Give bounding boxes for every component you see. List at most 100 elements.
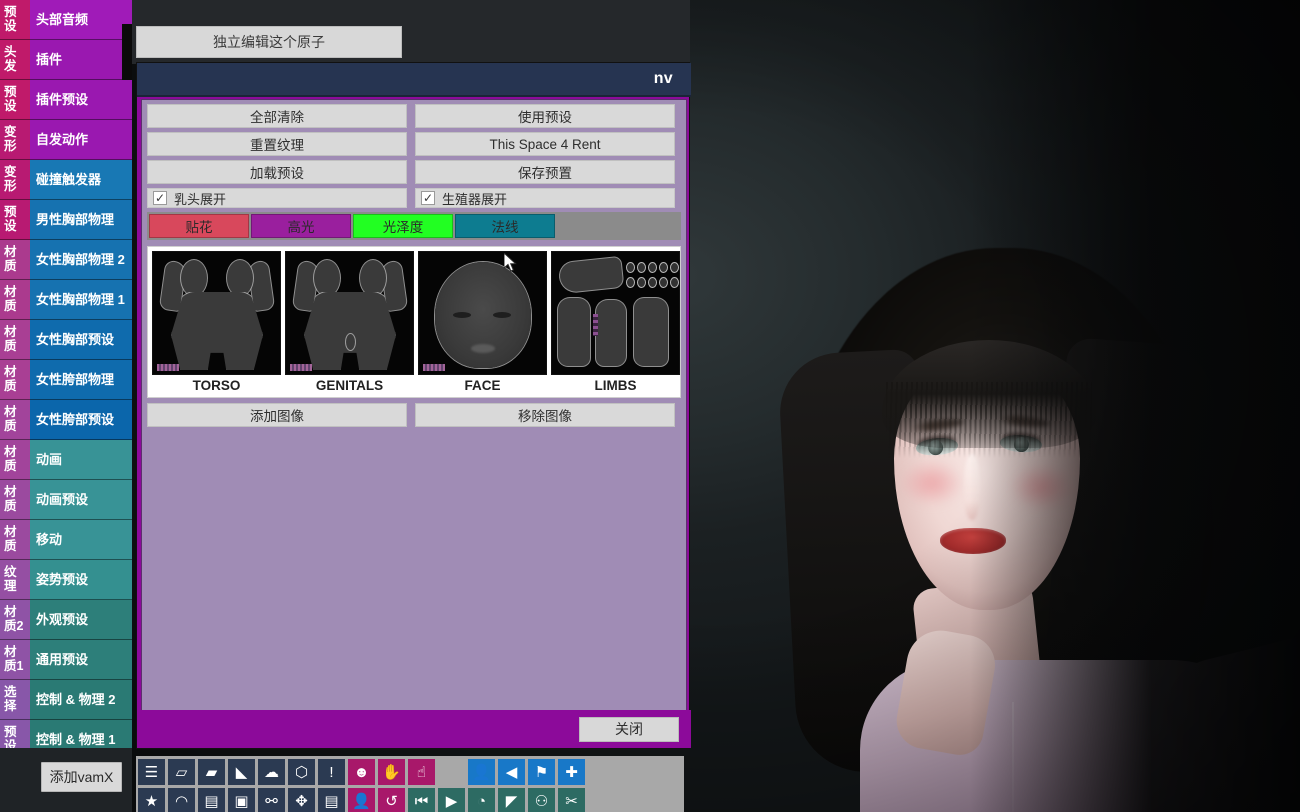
alert-icon[interactable]: ! <box>318 759 345 785</box>
sidebar-category-14[interactable]: 纹理 <box>0 560 30 600</box>
sidebar-category-5[interactable]: 预设 <box>0 200 30 240</box>
plus-icon[interactable]: ✚ <box>558 759 585 785</box>
sidebar-category-12[interactable]: 材质 <box>0 480 30 520</box>
sidebar-category-6[interactable]: 材质 <box>0 240 30 280</box>
sidebar-category-4[interactable]: 变形 <box>0 160 30 200</box>
document-icon[interactable]: ▤ <box>318 788 345 812</box>
thumbnail-image-genitals[interactable] <box>285 251 414 375</box>
sidebar-category-1[interactable]: 头发 <box>0 40 30 80</box>
panel-button-grid[interactable]: 全部清除 使用预设 重置纹理 This Space 4 Rent 加载预设 保存预置 <box>147 104 681 184</box>
sidebar-item-3[interactable]: 自发动作 <box>30 120 132 160</box>
sidebar-item-5[interactable]: 男性胸部物理 <box>30 200 132 240</box>
panel-button-5[interactable]: 保存预置 <box>415 160 675 184</box>
add-person-icon[interactable]: ☻ <box>348 759 375 785</box>
next-icon[interactable]: ◤ <box>498 788 525 812</box>
undo-icon[interactable]: ↺ <box>378 788 405 812</box>
left-sidebar[interactable]: 预设 头发 预设 变形 变形 预设 材质 材质 材质 材质 材质 材质 材质 材质 纹理 材质2 材质1 选择 预设… <box>0 0 132 760</box>
sidebar-category-15[interactable]: 材质2 <box>0 600 30 640</box>
checkbox-box-1[interactable]: ✓ <box>421 191 435 205</box>
link-icon[interactable]: ⚯ <box>258 788 285 812</box>
image-button-1[interactable]: 移除图像 <box>415 403 675 427</box>
person-icon[interactable]: 👤 <box>468 759 495 785</box>
panel-button-2[interactable]: 重置纹理 <box>147 132 407 156</box>
sidebar-item-0[interactable]: 头部音频 <box>30 0 132 40</box>
sidebar-category-column[interactable]: 预设 头发 预设 变形 变形 预设 材质 材质 材质 材质 材质 材质 材质 材质 纹理 材质2 材质1 选择 预设 <box>0 0 30 760</box>
sidebar-category-11[interactable]: 材质 <box>0 440 30 480</box>
sidebar-item-column[interactable]: 头部音频 插件 插件预设 自发动作 碰撞触发器 男性胸部物理 女性胸部物理 2 女性胸部物理 … <box>30 0 132 760</box>
thumbnail-0[interactable]: TORSO <box>152 251 281 395</box>
play-icon[interactable]: ▶ <box>438 788 465 812</box>
panel-button-4[interactable]: 加载预设 <box>147 160 407 184</box>
image-button-row[interactable]: 添加图像 移除图像 <box>147 403 681 427</box>
people-icon[interactable]: ⚇ <box>528 788 555 812</box>
dialog-titlebar[interactable]: nv <box>137 63 691 97</box>
sidebar-category-9[interactable]: 材质 <box>0 360 30 400</box>
panel-button-3[interactable]: This Space 4 Rent <box>415 132 675 156</box>
sidebar-item-9[interactable]: 女性胯部物理 <box>30 360 132 400</box>
sidebar-item-11[interactable]: 动画 <box>30 440 132 480</box>
flag-icon[interactable]: ⚑ <box>528 759 555 785</box>
sidebar-category-2[interactable]: 预设 <box>0 80 30 120</box>
texture-tab-2[interactable]: 光泽度 <box>353 214 453 238</box>
sidebar-item-13[interactable]: 移动 <box>30 520 132 560</box>
add-vamx-button[interactable]: 添加vamX <box>41 762 122 792</box>
sidebar-item-15[interactable]: 外观预设 <box>30 600 132 640</box>
sidebar-category-7[interactable]: 材质 <box>0 280 30 320</box>
sidebar-category-13[interactable]: 材质 <box>0 520 30 560</box>
texture-thumbnail-row[interactable]: TORSO GENITALS FACE LIMBS <box>147 246 681 398</box>
sidebar-item-10[interactable]: 女性胯部预设 <box>30 400 132 440</box>
panel-button-0[interactable]: 全部清除 <box>147 104 407 128</box>
sidebar-item-6[interactable]: 女性胸部物理 2 <box>30 240 132 280</box>
speed-icon[interactable]: ◔ <box>468 788 495 812</box>
sidebar-category-17[interactable]: 选择 <box>0 680 30 720</box>
save-icon[interactable]: ◣ <box>228 759 255 785</box>
thumbnail-image-face[interactable] <box>418 251 547 375</box>
sidebar-item-1[interactable]: 插件 <box>30 40 132 80</box>
camera-icon[interactable]: ▣ <box>228 788 255 812</box>
bottom-toolbar[interactable]: ☰ ▱ ▰ ◣ ☁ ⬡! ☻ ✋ ☝ 👤 ◀ ⚑ ✚ ★ ◠ ▤ ▣ ⚯ ✥ ▤ 👤 ↺ ⏮ ▶ ◔ ◤ ⚇ ✂ <box>136 756 684 812</box>
thumbnail-image-limbs[interactable] <box>551 251 680 375</box>
sidebar-item-8[interactable]: 女性胸部预设 <box>30 320 132 360</box>
tools-icon[interactable]: ✂ <box>558 788 585 812</box>
thumbnail-2[interactable]: FACE <box>418 251 547 395</box>
screenshot-icon[interactable]: ▤ <box>198 788 225 812</box>
image-button-0[interactable]: 添加图像 <box>147 403 407 427</box>
sidebar-item-4[interactable]: 碰撞触发器 <box>30 160 132 200</box>
hair-icon[interactable]: ◠ <box>168 788 195 812</box>
toolbar-row-1[interactable]: ☰ ▱ ▰ ◣ ☁ ⬡! ☻ ✋ ☝ 👤 ◀ ⚑ ✚ <box>138 759 682 785</box>
skip-back-icon[interactable]: ⏮ <box>408 788 435 812</box>
menu-icon[interactable]: ☰ <box>138 759 165 785</box>
close-button[interactable]: 关闭 <box>579 716 679 742</box>
checkbox-row-1[interactable]: ✓ 生殖器展开 <box>415 188 675 208</box>
sidebar-item-2[interactable]: 插件预设 <box>30 80 132 120</box>
panel-button-1[interactable]: 使用预设 <box>415 104 675 128</box>
sidebar-category-8[interactable]: 材质 <box>0 320 30 360</box>
checkbox-row-0[interactable]: ✓ 乳头展开 <box>147 188 407 208</box>
texture-tab-1[interactable]: 高光 <box>251 214 351 238</box>
sidebar-category-10[interactable]: 材质 <box>0 400 30 440</box>
thumbnail-image-torso[interactable] <box>152 251 281 375</box>
sidebar-category-3[interactable]: 变形 <box>0 120 30 160</box>
package-icon[interactable]: ⬡ <box>288 759 315 785</box>
texture-tab-3[interactable]: 法线 <box>455 214 555 238</box>
sidebar-item-16[interactable]: 通用预设 <box>30 640 132 680</box>
thumbnail-3[interactable]: LIMBS <box>551 251 680 395</box>
sidebar-item-7[interactable]: 女性胸部物理 1 <box>30 280 132 320</box>
checkbox-box-0[interactable]: ✓ <box>153 191 167 205</box>
thumbnail-1[interactable]: GENITALS <box>285 251 414 395</box>
toolbar-row-2[interactable]: ★ ◠ ▤ ▣ ⚯ ✥ ▤ 👤 ↺ ⏮ ▶ ◔ ◤ ⚇ ✂ <box>138 788 682 812</box>
hand-icon[interactable]: ✋ <box>378 759 405 785</box>
texture-tab-0[interactable]: 贴花 <box>149 214 249 238</box>
panel-checkbox-row[interactable]: ✓ 乳头展开 ✓ 生殖器展开 <box>147 188 681 208</box>
move-icon[interactable]: ✥ <box>288 788 315 812</box>
folder-icon[interactable]: ▰ <box>198 759 225 785</box>
pointer-icon[interactable]: ☝ <box>408 759 435 785</box>
sidebar-item-17[interactable]: 控制 & 物理 2 <box>30 680 132 720</box>
open-scene-icon[interactable]: ▱ <box>168 759 195 785</box>
texture-type-tabs[interactable]: 贴花 高光 光泽度 法线 <box>147 212 681 240</box>
edit-atom-button[interactable]: 独立编辑这个原子 <box>136 26 402 58</box>
sidebar-category-16[interactable]: 材质1 <box>0 640 30 680</box>
star-icon[interactable]: ★ <box>138 788 165 812</box>
sidebar-item-14[interactable]: 姿势预设 <box>30 560 132 600</box>
cloud-download-icon[interactable]: ☁ <box>258 759 285 785</box>
